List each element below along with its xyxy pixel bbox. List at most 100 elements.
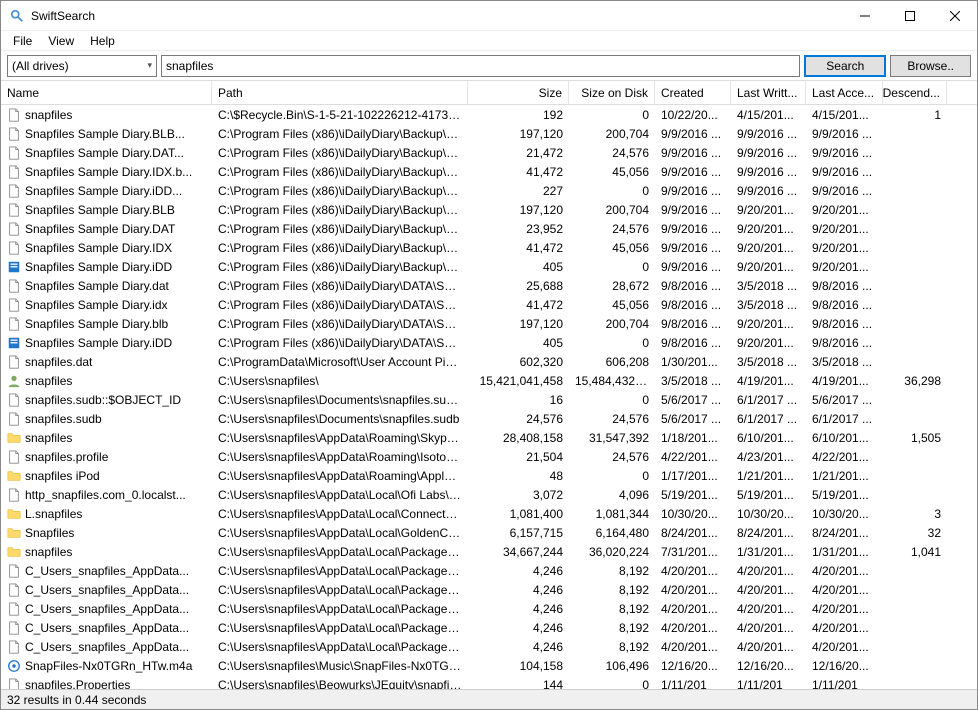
cell-accessed: 9/9/2016 ... (806, 183, 883, 199)
cell-name: Snapfiles Sample Diary.BLB... (25, 127, 185, 141)
folder-icon (7, 431, 21, 445)
browse-button[interactable]: Browse.. (890, 55, 971, 77)
cell-path: C:\Program Files (x86)\iDailyDiary\Backu… (212, 259, 468, 275)
table-row[interactable]: snapfilesC:\Users\snapfiles\AppData\Roam… (1, 428, 977, 447)
table-row[interactable]: Snapfiles Sample Diary.iDDC:\Program Fil… (1, 333, 977, 352)
file-icon (7, 146, 21, 160)
cell-disk: 0 (569, 677, 655, 690)
cell-created: 9/8/2016 ... (655, 335, 731, 351)
table-row[interactable]: Snapfiles Sample Diary.IDXC:\Program Fil… (1, 238, 977, 257)
cell-path: C:\Users\snapfiles\AppData\Local\Package… (212, 582, 468, 598)
table-row[interactable]: snapfiles.datC:\ProgramData\Microsoft\Us… (1, 352, 977, 371)
cell-path: C:\Users\snapfiles\AppData\Local\Package… (212, 563, 468, 579)
table-row[interactable]: SnapFiles-Nx0TGRn_HTw.m4aC:\Users\snapfi… (1, 656, 977, 675)
table-row[interactable]: C_Users_snapfiles_AppData...C:\Users\sna… (1, 618, 977, 637)
cell-created: 4/20/201... (655, 601, 731, 617)
diary-icon (7, 336, 21, 350)
menu-view[interactable]: View (40, 32, 82, 50)
cell-name: snapfiles (25, 431, 72, 445)
cell-accessed: 9/9/2016 ... (806, 126, 883, 142)
cell-path: C:\Program Files (x86)\iDailyDiary\DATA\… (212, 316, 468, 332)
col-path[interactable]: Path (212, 81, 468, 104)
cell-accessed: 4/15/201... (806, 107, 883, 123)
cell-path: C:\Program Files (x86)\iDailyDiary\Backu… (212, 145, 468, 161)
cell-size: 1,081,400 (468, 506, 569, 522)
cell-desc (883, 665, 947, 667)
cell-path: C:\Program Files (x86)\iDailyDiary\Backu… (212, 221, 468, 237)
table-row[interactable]: Snapfiles Sample Diary.IDX.b...C:\Progra… (1, 162, 977, 181)
cell-desc (883, 684, 947, 686)
col-disk[interactable]: Size on Disk (569, 81, 655, 104)
app-icon (9, 8, 25, 24)
col-accessed[interactable]: Last Acce... (806, 81, 883, 104)
cell-path: C:\Program Files (x86)\iDailyDiary\Backu… (212, 126, 468, 142)
table-row[interactable]: http_snapfiles.com_0.localst...C:\Users\… (1, 485, 977, 504)
cell-disk: 106,496 (569, 658, 655, 674)
table-row[interactable]: snapfilesC:\$Recycle.Bin\S-1-5-21-102226… (1, 105, 977, 124)
cell-name: snapfiles iPod (25, 469, 100, 483)
search-button[interactable]: Search (804, 55, 886, 77)
cell-created: 1/17/201... (655, 468, 731, 484)
cell-size: 23,952 (468, 221, 569, 237)
table-row[interactable]: Snapfiles Sample Diary.BLB... C:\Program … (1, 124, 977, 143)
table-row[interactable]: snapfiles.sudbC:\Users\snapfiles\Documen… (1, 409, 977, 428)
cell-created: 1/11/201 (655, 677, 731, 690)
cell-name: SnapFiles-Nx0TGRn_HTw.m4a (25, 659, 192, 673)
col-written[interactable]: Last Writt... (731, 81, 806, 104)
table-row[interactable]: C_Users_snapfiles_AppData...C:\Users\sna… (1, 599, 977, 618)
cell-name: Snapfiles Sample Diary.BLB (25, 203, 175, 217)
col-name[interactable]: Name (1, 81, 212, 104)
table-row[interactable]: Snapfiles Sample Diary.datC:\Program Fil… (1, 276, 977, 295)
cell-size: 227 (468, 183, 569, 199)
table-row[interactable]: Snapfiles Sample Diary.idxC:\Program Fil… (1, 295, 977, 314)
table-row[interactable]: Snapfiles Sample Diary.DAT...C:\Program … (1, 143, 977, 162)
menu-file[interactable]: File (5, 32, 40, 50)
table-row[interactable]: snapfilesC:\Users\snapfiles\AppData\Loca… (1, 542, 977, 561)
col-created[interactable]: Created (655, 81, 731, 104)
table-row[interactable]: L.snapfilesC:\Users\snapfiles\AppData\Lo… (1, 504, 977, 523)
maximize-button[interactable] (887, 1, 932, 30)
search-input[interactable] (161, 55, 800, 77)
cell-name: C_Users_snapfiles_AppData... (25, 621, 189, 635)
minimize-button[interactable] (842, 1, 887, 30)
cell-written: 4/20/201... (731, 563, 806, 579)
chevron-down-icon: ▾ (147, 60, 152, 71)
file-icon (7, 450, 21, 464)
table-row[interactable]: Snapfiles Sample Diary.BLBC:\Program Fil… (1, 200, 977, 219)
table-row[interactable]: SnapfilesC:\Users\snapfiles\AppData\Loca… (1, 523, 977, 542)
table-row[interactable]: Snapfiles Sample Diary.iDD...C:\Program … (1, 181, 977, 200)
cell-written: 1/21/201... (731, 468, 806, 484)
table-row[interactable]: Snapfiles Sample Diary.DATC:\Program Fil… (1, 219, 977, 238)
table-row[interactable]: snapfilesC:\Users\snapfiles\15,421,041,4… (1, 371, 977, 390)
cell-written: 9/20/201... (731, 335, 806, 351)
cell-accessed: 3/5/2018 ... (806, 354, 883, 370)
results-table: Name Path Size Size on Disk Created Last… (1, 81, 977, 689)
table-row[interactable]: Snapfiles Sample Diary.iDDC:\Program Fil… (1, 257, 977, 276)
cell-name: C_Users_snapfiles_AppData... (25, 564, 189, 578)
file-icon (7, 127, 21, 141)
table-row[interactable]: snapfiles.profileC:\Users\snapfiles\AppD… (1, 447, 977, 466)
drive-dropdown[interactable]: (All drives) ▾ (7, 55, 157, 77)
table-row[interactable]: snapfiles.sudb::$OBJECT_IDC:\Users\snapf… (1, 390, 977, 409)
table-row[interactable]: C_Users_snapfiles_AppData...C:\Users\sna… (1, 580, 977, 599)
table-scroll[interactable]: Name Path Size Size on Disk Created Last… (1, 81, 977, 689)
file-icon (7, 564, 21, 578)
table-row[interactable]: C_Users_snapfiles_AppData... C:\Users\sna… (1, 561, 977, 580)
cell-written: 1/31/201... (731, 544, 806, 560)
cell-path: C:\Users\snapfiles\AppData\Local\Package… (212, 601, 468, 617)
cell-desc (883, 646, 947, 648)
close-button[interactable] (932, 1, 977, 30)
table-row[interactable]: snapfiles iPodC:\Users\snapfiles\AppData… (1, 466, 977, 485)
cell-written: 4/20/201... (731, 582, 806, 598)
cell-written: 3/5/2018 ... (731, 297, 806, 313)
cell-name: Snapfiles (25, 526, 74, 540)
table-row[interactable]: C_Users_snapfiles_AppData...C:\Users\sna… (1, 637, 977, 656)
col-descend[interactable]: Descend... (883, 81, 947, 104)
table-row[interactable]: Snapfiles Sample Diary.blbC:\Program Fil… (1, 314, 977, 333)
menu-help[interactable]: Help (82, 32, 123, 50)
col-size[interactable]: Size (468, 81, 569, 104)
table-row[interactable]: snapfiles.PropertiesC:\Users\snapfiles\B… (1, 675, 977, 689)
cell-written: 9/9/2016 ... (731, 145, 806, 161)
file-icon (7, 621, 21, 635)
cell-desc (883, 627, 947, 629)
